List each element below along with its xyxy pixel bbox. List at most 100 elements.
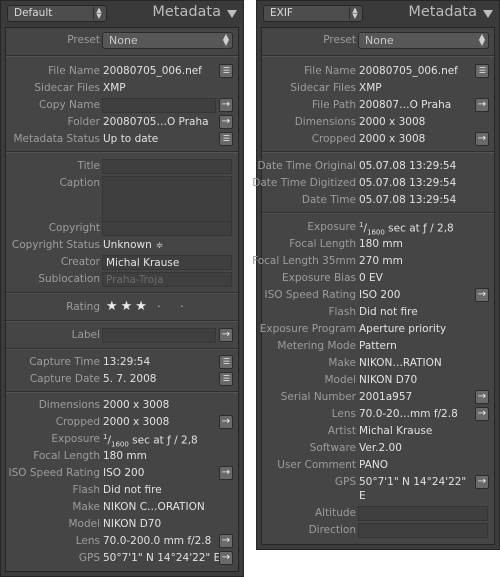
iso-label: ISO Speed Rating (264, 289, 356, 301)
title-input[interactable] (102, 159, 232, 174)
cropped-label: Cropped (311, 133, 356, 145)
file-name-value[interactable]: 20080705_006.nef (103, 65, 202, 77)
capture-time-value: 13:29:54 (103, 356, 151, 368)
serial-number-label: Serial Number (280, 391, 356, 403)
row-date-time: Date Time 05.07.08 13:29:54 (262, 192, 494, 209)
focal-length-value: 180 mm (359, 238, 403, 250)
row-make: Make NIKON…RATION (262, 355, 494, 372)
preset-select[interactable]: None ▲ ▼ (102, 32, 233, 49)
row-exposure-program: Exposure Program Aperture priority (260, 321, 494, 338)
metadata-set-select[interactable]: Default ▲ ▼ (7, 5, 107, 22)
sublocation-input[interactable]: Praha-Troja (102, 272, 232, 287)
file-path-label: File Path (312, 99, 356, 111)
artist-value: Michal Krause (359, 425, 433, 437)
software-label: Software (309, 442, 356, 454)
caption-label: Caption (59, 177, 100, 189)
capture-date-label: Capture Date (29, 373, 100, 385)
select-arrows-icon: ▲ ▼ (478, 32, 485, 47)
row-gps: GPS 50°7'1" N 14°24'22" E → (262, 474, 494, 506)
row-focal-length: Focal Length 180 mm (6, 448, 238, 465)
row-file-path: File Path 200807…O Praha → (262, 97, 494, 114)
arrow-right-icon[interactable]: → (475, 98, 489, 112)
gps-value-line1: 50°7'1" N 14°24'22" (359, 476, 467, 488)
arrow-right-icon[interactable]: → (219, 115, 233, 129)
file-name-label: File Name (48, 65, 100, 77)
metadata-panel-exif: EXIF ▲ ▼ Metadata Preset None ▲ ▼ File Nam… (252, 0, 500, 550)
metadata-body: Preset None ▲ ▼ File Name 20080705_006.ne… (5, 27, 239, 572)
cropped-value: 2000 x 3008 (359, 133, 426, 145)
copyright-input[interactable] (102, 221, 232, 236)
metadata-status-value: Up to date (103, 133, 159, 145)
focal-length-label: Focal Length (289, 238, 356, 250)
row-metering-mode: Metering Mode Pattern (262, 338, 494, 355)
arrow-right-icon[interactable]: → (475, 288, 489, 302)
row-title: Title (6, 158, 238, 175)
creator-input[interactable]: Michal Krause (102, 255, 232, 270)
direction-input[interactable] (358, 523, 488, 538)
make-label: Make (72, 501, 100, 513)
model-value: NIKON D70 (103, 518, 162, 530)
star-icons: ★★★ (106, 299, 150, 314)
row-iso: ISO Speed Rating ISO 200 → (6, 465, 238, 482)
updown-icon: ≑ (155, 241, 164, 251)
preset-select[interactable]: None ▲ ▼ (358, 32, 489, 49)
exposure-label: Exposure (51, 433, 100, 445)
arrow-right-icon[interactable]: → (475, 390, 489, 404)
arrow-right-icon[interactable]: → (219, 466, 233, 480)
arrow-right-icon[interactable]: → (219, 534, 233, 548)
collapse-triangle-icon[interactable] (483, 10, 493, 18)
copyright-label: Copyright (48, 222, 100, 234)
row-lens: Lens 70.0-200.0 mm f/2.8 → (6, 533, 238, 550)
row-gps: GPS 50°7'1" N 14°24'22" E → (6, 550, 238, 567)
row-creator: Creator Michal Krause (6, 254, 238, 271)
focal-length-value: 180 mm (103, 450, 147, 462)
exposure-program-value: Aperture priority (359, 323, 447, 335)
exposure-value: 1/1600 sec at ƒ / 2,8 (359, 221, 454, 237)
list-icon[interactable]: ☰ (219, 132, 233, 146)
model-value: NIKON D70 (359, 374, 418, 386)
sublocation-value: Praha-Troja (106, 274, 164, 286)
altitude-input[interactable] (358, 506, 488, 521)
arrow-right-icon[interactable]: → (219, 415, 233, 429)
preset-row: Preset None ▲ ▼ (6, 32, 238, 49)
label-input[interactable] (102, 328, 216, 343)
row-folder: Folder 20080705…O Praha → (6, 114, 238, 131)
divider (262, 55, 494, 57)
sidecar-value: XMP (103, 82, 126, 94)
collapse-triangle-icon[interactable] (227, 10, 237, 18)
row-direction: Direction (262, 522, 494, 539)
dimensions-label: Dimensions (294, 116, 356, 128)
row-model: Model NIKON D70 (6, 516, 238, 533)
arrow-right-icon[interactable]: → (219, 98, 233, 112)
user-comment-label: User Comment (277, 459, 356, 471)
rating-stars[interactable]: ★★★ · · (106, 299, 192, 314)
file-name-label: File Name (304, 65, 356, 77)
divider (6, 55, 238, 57)
list-icon[interactable]: ☰ (475, 64, 489, 78)
list-icon[interactable]: ☰ (219, 64, 233, 78)
date-time-original-value: 05.07.08 13:29:54 (359, 160, 457, 172)
metadata-set-select[interactable]: EXIF ▲ ▼ (263, 5, 363, 22)
copyright-status-select[interactable]: Unknown ≑ (103, 239, 163, 251)
copy-name-input[interactable] (102, 98, 216, 113)
arrow-right-icon[interactable]: → (475, 132, 489, 146)
model-label: Model (324, 374, 356, 386)
file-name-value[interactable]: 20080705_006.nef (359, 65, 458, 77)
metadata-set-value: EXIF (270, 7, 293, 19)
list-icon[interactable]: ☰ (219, 372, 233, 386)
list-icon[interactable]: ☰ (219, 355, 233, 369)
row-cropped: Cropped 2000 x 3008 → (6, 414, 238, 431)
row-rating: Rating ★★★ · · (6, 299, 238, 316)
preset-label: Preset (323, 34, 356, 46)
row-lens: Lens 70.0-20…mm f/2.8 → (262, 406, 494, 423)
arrow-right-icon[interactable]: → (475, 407, 489, 421)
preset-value: None (109, 34, 138, 47)
dimensions-value: 2000 x 3008 (359, 116, 426, 128)
row-date-time-original: Date Time Original 05.07.08 13:29:54 (257, 158, 494, 175)
metadata-status-label: Metadata Status (13, 133, 100, 145)
sidecar-label: Sidecar Files (34, 82, 100, 94)
software-value: Ver.2.00 (359, 442, 402, 454)
arrow-right-icon[interactable]: → (475, 475, 489, 489)
arrow-right-icon[interactable]: → (219, 551, 233, 565)
arrow-right-icon[interactable]: → (219, 328, 233, 342)
